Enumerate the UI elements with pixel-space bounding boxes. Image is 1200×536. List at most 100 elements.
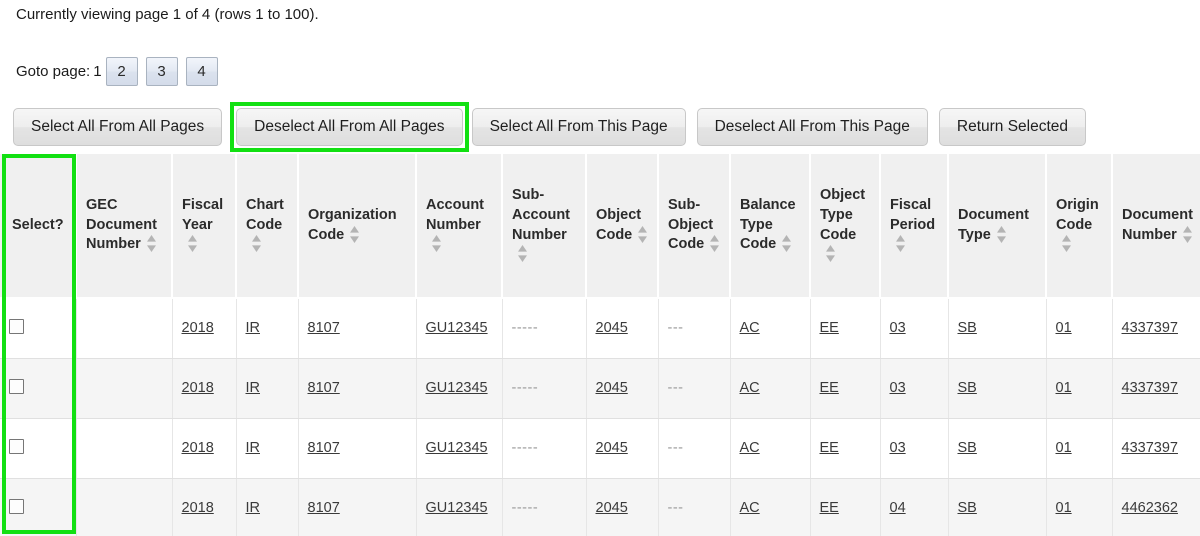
- cell-link-origin-code[interactable]: 01: [1056, 320, 1072, 336]
- column-header-origin-code[interactable]: Origin Code: [1046, 154, 1113, 299]
- action-button-return-selected[interactable]: Return Selected: [938, 108, 1087, 146]
- pagination-page-2[interactable]: 2: [105, 57, 138, 86]
- cell-object-type-code: EE: [810, 298, 881, 359]
- column-header-balance-type-code[interactable]: Balance Type Code: [730, 154, 811, 299]
- row-select-checkbox[interactable]: [9, 318, 24, 334]
- column-header-sub-account-number[interactable]: Sub-Account Number: [502, 154, 587, 299]
- sort-arrows-icon[interactable]: [709, 235, 720, 253]
- cell-sub-account-number: -----: [502, 358, 587, 419]
- column-header-document-number[interactable]: Document Number: [1112, 154, 1200, 299]
- cell-sub-object-code: ---: [658, 298, 731, 359]
- cell-link-organization-code[interactable]: 8107: [308, 440, 340, 456]
- column-header-fiscal-period[interactable]: Fiscal Period: [880, 154, 949, 299]
- column-header-sub-object-code[interactable]: Sub-Object Code: [658, 154, 731, 299]
- sort-arrows-icon[interactable]: [146, 235, 157, 253]
- cell-link-origin-code[interactable]: 01: [1056, 380, 1072, 396]
- row-select-checkbox[interactable]: [9, 498, 24, 514]
- cell-link-account-number[interactable]: GU12345: [426, 440, 488, 456]
- cell-origin-code: 01: [1046, 358, 1113, 419]
- cell-link-document-type[interactable]: SB: [958, 440, 977, 456]
- cell-link-document-number[interactable]: 4462362: [1122, 500, 1178, 516]
- cell-link-document-type[interactable]: SB: [958, 320, 977, 336]
- cell-link-origin-code[interactable]: 01: [1056, 500, 1072, 516]
- cell-link-balance-type-code[interactable]: AC: [740, 500, 760, 516]
- sort-arrows-icon[interactable]: [1061, 235, 1072, 253]
- sort-arrows-icon[interactable]: [781, 235, 792, 253]
- cell-link-document-type[interactable]: SB: [958, 380, 977, 396]
- column-header-object-type-code[interactable]: Object Type Code: [810, 154, 881, 299]
- cell-object-type-code: EE: [810, 358, 881, 419]
- cell-link-document-type[interactable]: SB: [958, 500, 977, 516]
- sort-arrows-icon[interactable]: [996, 225, 1007, 243]
- cell-fiscal-period: 04: [880, 478, 949, 536]
- cell-link-fiscal-year[interactable]: 2018: [182, 440, 214, 456]
- table-header-row: Select? GEC Document Number Fiscal Year Cha…: [0, 154, 1200, 299]
- cell-link-balance-type-code[interactable]: AC: [740, 440, 760, 456]
- sort-arrows-icon[interactable]: [431, 235, 442, 253]
- cell-link-account-number[interactable]: GU12345: [426, 500, 488, 516]
- sort-arrows-icon[interactable]: [895, 235, 906, 253]
- cell-link-object-type-code[interactable]: EE: [820, 380, 839, 396]
- cell-link-chart-code[interactable]: IR: [246, 500, 261, 516]
- cell-link-fiscal-period[interactable]: 04: [890, 500, 906, 516]
- cell-link-document-number[interactable]: 4337397: [1122, 380, 1178, 396]
- cell-link-organization-code[interactable]: 8107: [308, 380, 340, 396]
- cell-link-balance-type-code[interactable]: AC: [740, 380, 760, 396]
- cell-link-fiscal-period[interactable]: 03: [890, 440, 906, 456]
- results-table-container: Select? GEC Document Number Fiscal Year Cha…: [0, 154, 1200, 536]
- column-header-fiscal-year[interactable]: Fiscal Year: [172, 154, 237, 299]
- pagination-page-4[interactable]: 4: [185, 57, 218, 86]
- cell-link-fiscal-period[interactable]: 03: [890, 320, 906, 336]
- pagination-current-page: 1: [93, 63, 102, 80]
- cell-link-organization-code[interactable]: 8107: [308, 320, 340, 336]
- cell-link-chart-code[interactable]: IR: [246, 320, 261, 336]
- action-button-select-all-from-this-page[interactable]: Select All From This Page: [471, 108, 686, 146]
- action-button-deselect-all-from-this-page[interactable]: Deselect All From This Page: [696, 108, 928, 146]
- cell-fiscal-period: 03: [880, 418, 949, 479]
- sort-arrows-icon[interactable]: [1182, 225, 1193, 243]
- cell-link-fiscal-period[interactable]: 03: [890, 380, 906, 396]
- cell-link-balance-type-code[interactable]: AC: [740, 320, 760, 336]
- sort-arrows-icon[interactable]: [637, 225, 648, 243]
- table-row: 2018 IR 8107 GU12345 ----- 2045 --- AC EE 03 SB 01 4…: [0, 298, 1200, 359]
- action-button-deselect-all-from-all-pages[interactable]: Deselect All From All Pages: [236, 108, 463, 146]
- cell-link-object-code[interactable]: 2045: [596, 380, 628, 396]
- sort-arrows-icon[interactable]: [251, 235, 262, 253]
- results-page: Currently viewing page 1 of 4 (rows 1 to…: [0, 0, 1200, 536]
- cell-link-object-code[interactable]: 2045: [596, 500, 628, 516]
- pagination-page-3[interactable]: 3: [145, 57, 178, 86]
- cell-link-document-number[interactable]: 4337397: [1122, 320, 1178, 336]
- cell-link-document-number[interactable]: 4337397: [1122, 440, 1178, 456]
- column-header-document-type[interactable]: Document Type: [948, 154, 1047, 299]
- cell-link-organization-code[interactable]: 8107: [308, 500, 340, 516]
- cell-link-account-number[interactable]: GU12345: [426, 380, 488, 396]
- column-header-object-code[interactable]: Object Code: [586, 154, 659, 299]
- sort-arrows-icon[interactable]: [349, 225, 360, 243]
- cell-link-object-type-code[interactable]: EE: [820, 320, 839, 336]
- cell-link-chart-code[interactable]: IR: [246, 440, 261, 456]
- row-select-checkbox[interactable]: [9, 378, 24, 394]
- column-header-organization-code[interactable]: Organization Code: [298, 154, 417, 299]
- cell-link-chart-code[interactable]: IR: [246, 380, 261, 396]
- cell-link-account-number[interactable]: GU12345: [426, 320, 488, 336]
- cell-fiscal-period: 03: [880, 298, 949, 359]
- cell-link-object-code[interactable]: 2045: [596, 440, 628, 456]
- column-header-account-number[interactable]: Account Number: [416, 154, 503, 299]
- column-header-gec-document-number[interactable]: GEC Document Number: [76, 154, 173, 299]
- cell-link-fiscal-year[interactable]: 2018: [182, 500, 214, 516]
- cell-link-object-type-code[interactable]: EE: [820, 500, 839, 516]
- cell-document-type: SB: [948, 418, 1047, 479]
- cell-link-object-type-code[interactable]: EE: [820, 440, 839, 456]
- cell-link-fiscal-year[interactable]: 2018: [182, 320, 214, 336]
- sort-arrows-icon[interactable]: [187, 235, 198, 253]
- action-button-select-all-from-all-pages[interactable]: Select All From All Pages: [13, 108, 223, 146]
- row-select-checkbox[interactable]: [9, 438, 24, 454]
- sort-arrows-icon[interactable]: [517, 245, 528, 263]
- cell-account-number: GU12345: [416, 418, 503, 479]
- sort-arrows-icon[interactable]: [825, 245, 836, 263]
- column-header-chart-code[interactable]: Chart Code: [236, 154, 299, 299]
- empty-value: -----: [511, 440, 539, 456]
- cell-link-fiscal-year[interactable]: 2018: [182, 380, 214, 396]
- cell-link-object-code[interactable]: 2045: [596, 320, 628, 336]
- cell-link-origin-code[interactable]: 01: [1056, 440, 1072, 456]
